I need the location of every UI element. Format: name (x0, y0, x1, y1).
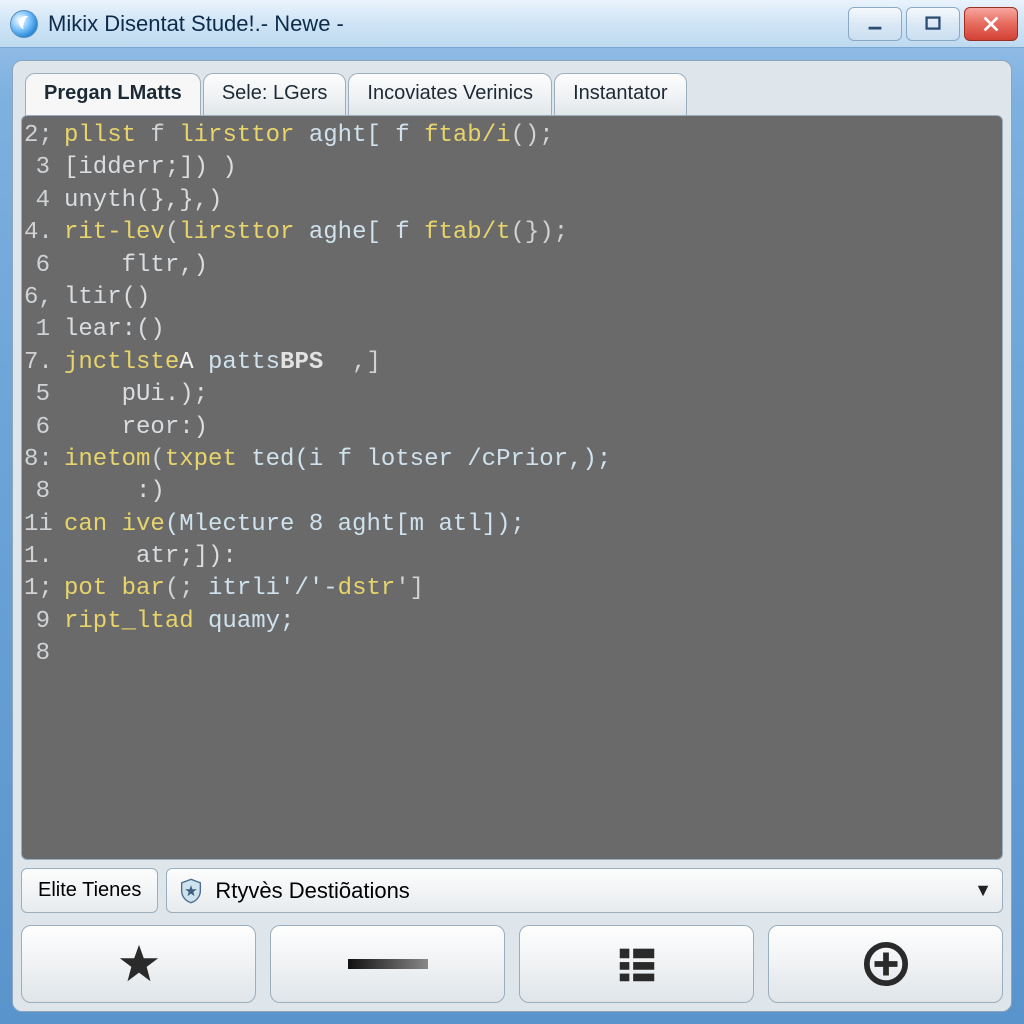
maximize-button[interactable] (906, 7, 960, 41)
line-number: 1i (24, 509, 50, 541)
line-number: 4. (24, 217, 50, 249)
close-icon (980, 13, 1002, 35)
line-number: 8 (24, 638, 50, 670)
tab-incoviates-verinics[interactable]: Incoviates Verinics (348, 73, 552, 115)
code-line[interactable]: :) (64, 476, 994, 508)
line-number: 7. (24, 347, 50, 379)
titlebar: Mikix Disentat Stude!.- Newe - (0, 0, 1024, 48)
code-line[interactable]: rit-lev(lirsttor aghe[ f ftab/t(}); (64, 217, 994, 249)
bars-icon (614, 941, 660, 987)
line-number: 4 (24, 185, 50, 217)
line-number: 3 (24, 152, 50, 184)
destinations-dropdown[interactable]: Rtyvès Destiõations ▼ (166, 868, 1003, 913)
line-number: 1 (24, 314, 50, 346)
line-number: 6 (24, 412, 50, 444)
filter-bar: Elite Tienes Rtyvès Destiõations ▼ (21, 868, 1003, 913)
code-area[interactable]: pllst f lirsttor aght[ f ftab/i();[idder… (56, 116, 1002, 859)
minimize-icon (864, 13, 886, 35)
bars-button[interactable] (519, 925, 754, 1003)
code-line[interactable]: unyth(},},) (64, 185, 994, 217)
line-gutter: 2;344.66,17.568:81i1.1;98 (22, 116, 56, 859)
code-editor[interactable]: 2;344.66,17.568:81i1.1;98 pllst f lirstt… (22, 116, 1002, 859)
code-line[interactable]: pot bar(; itrli'/'-dstr'] (64, 573, 994, 605)
line-number: 8 (24, 476, 50, 508)
code-line[interactable]: pllst f lirsttor aght[ f ftab/i(); (64, 120, 994, 152)
line-number: 8: (24, 444, 50, 476)
line-number: 6 (24, 250, 50, 282)
code-line[interactable]: pUi.); (64, 379, 994, 411)
line-button[interactable] (270, 925, 505, 1003)
close-button[interactable] (964, 7, 1018, 41)
line-number: 1. (24, 541, 50, 573)
dropdown-value: Rtyvès Destiõations (215, 878, 409, 904)
star-button[interactable] (21, 925, 256, 1003)
plus-icon (863, 941, 909, 987)
line-number: 9 (24, 606, 50, 638)
app-icon (10, 10, 38, 38)
window-controls (844, 7, 1018, 41)
plus-button[interactable] (768, 925, 1003, 1003)
shield-star-icon (177, 877, 205, 905)
code-line[interactable]: can ive(Mlecture 8 aght[m atl]); (64, 509, 994, 541)
code-line[interactable]: lear:() (64, 314, 994, 346)
filter-label: Elite Tienes (21, 868, 158, 913)
code-line[interactable]: atr;]): (64, 541, 994, 573)
code-line[interactable]: [idderr;]) ) (64, 152, 994, 184)
line-icon (343, 954, 433, 974)
maximize-icon (922, 13, 944, 35)
tabstrip: Pregan LMatts Sele: LGers Incoviates Ver… (21, 69, 1003, 115)
chevron-down-icon: ▼ (974, 880, 992, 901)
line-number: 5 (24, 379, 50, 411)
tab-instantator[interactable]: Instantator (554, 73, 687, 115)
window-body: Pregan LMatts Sele: LGers Incoviates Ver… (12, 60, 1012, 1012)
tab-sele-lgers[interactable]: Sele: LGers (203, 73, 347, 115)
code-line[interactable]: ltir() (64, 282, 994, 314)
code-line[interactable]: inetom(txpet ted(i f lotser /cPrior,); (64, 444, 994, 476)
window-title: Mikix Disentat Stude!.- Newe - (48, 11, 844, 37)
line-number: 2; (24, 120, 50, 152)
code-line[interactable]: reor:) (64, 412, 994, 444)
code-line[interactable]: fltr,) (64, 250, 994, 282)
line-number: 1; (24, 573, 50, 605)
code-line[interactable]: ript_ltad quamy; (64, 606, 994, 638)
code-line[interactable]: jnctlsteA pattsBPS ,] (64, 347, 994, 379)
minimize-button[interactable] (848, 7, 902, 41)
star-icon (116, 941, 162, 987)
code-line[interactable] (64, 638, 994, 670)
line-number: 6, (24, 282, 50, 314)
editor-frame: 2;344.66,17.568:81i1.1;98 pllst f lirstt… (21, 115, 1003, 860)
toolbar (21, 925, 1003, 1003)
tab-pregan-lmatts[interactable]: Pregan LMatts (25, 73, 201, 115)
